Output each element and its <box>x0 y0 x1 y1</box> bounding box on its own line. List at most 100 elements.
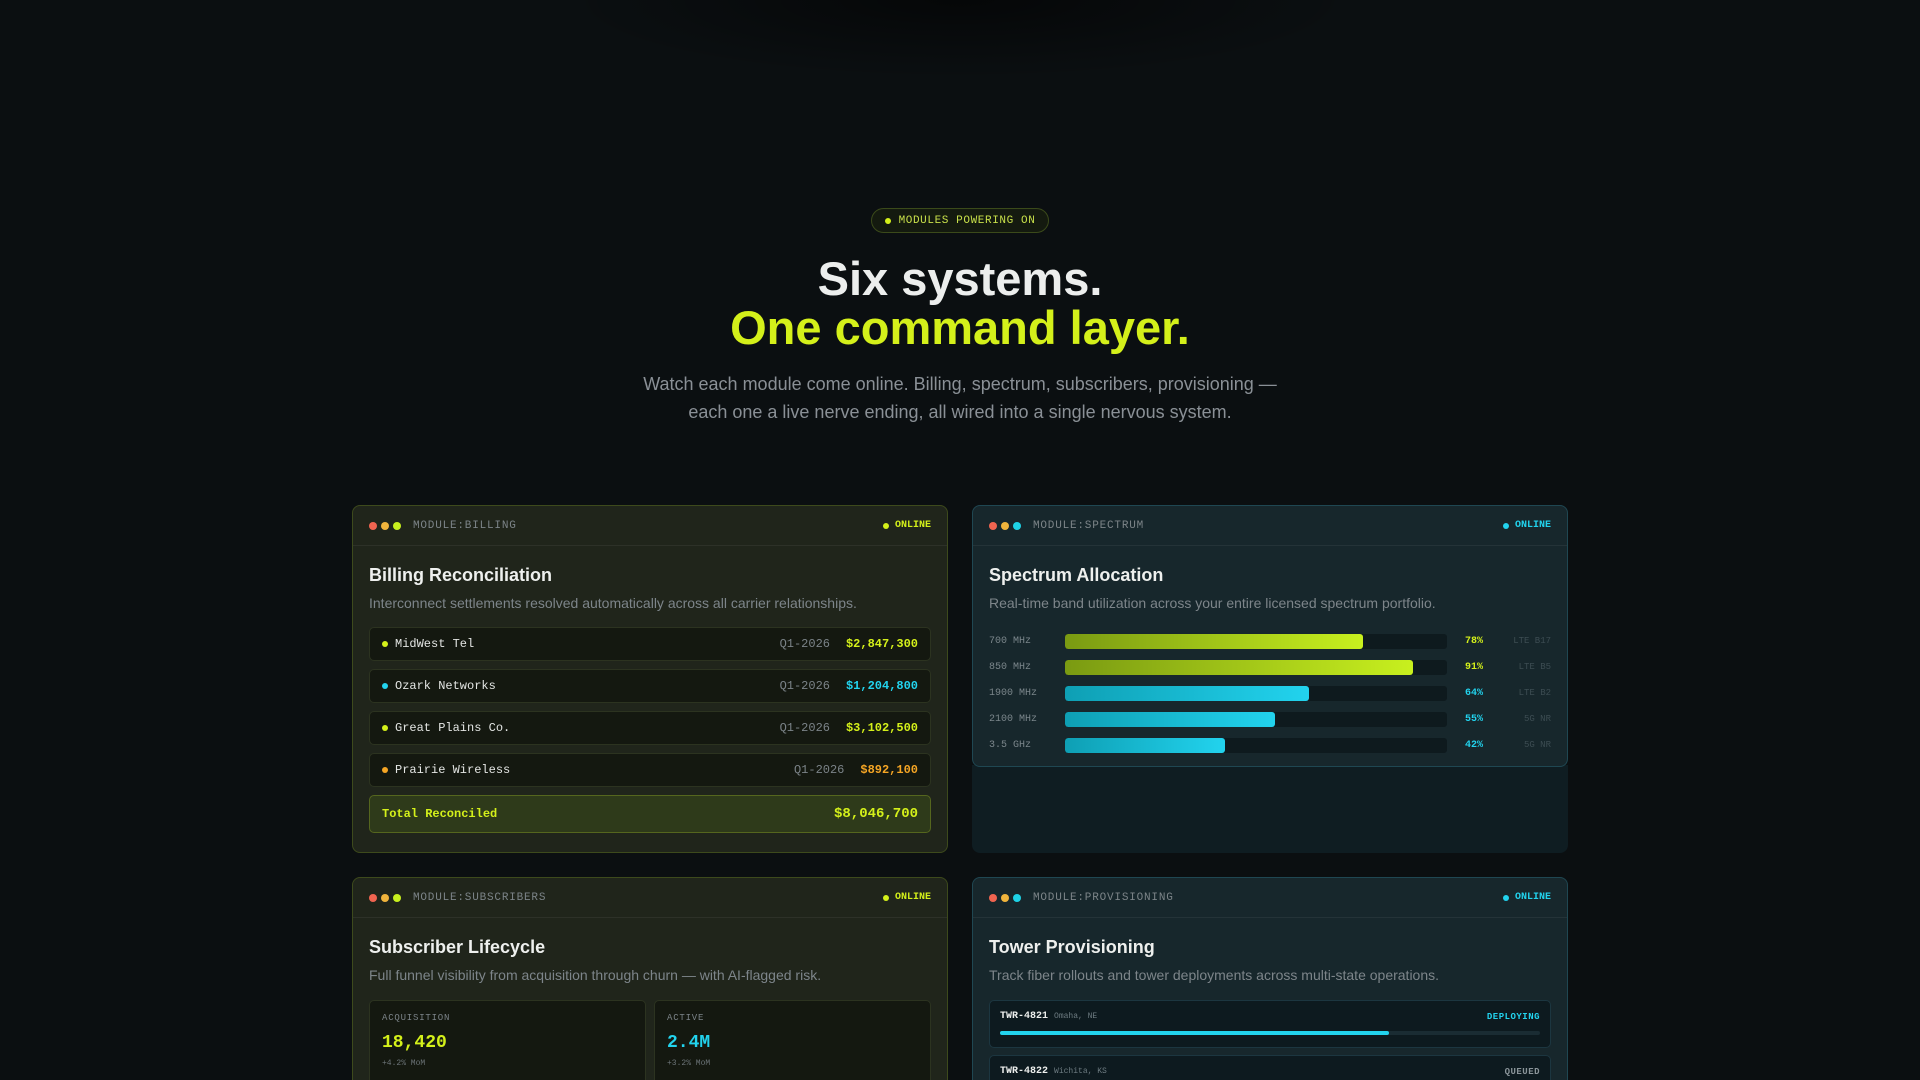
carrier-dot-icon <box>382 641 388 647</box>
billing-amount: $1,204,800 <box>845 679 918 693</box>
band-label: 700 MHz <box>989 635 1032 647</box>
hero-title-line2: One command layer. <box>730 301 1190 354</box>
spectrum-list: 700 MHz 78% LTE B17 850 MHz 91% LTE B5 1900 MH… <box>989 628 1551 758</box>
status-label: ONLINE <box>894 520 931 531</box>
tower-status: QUEUED <box>1504 1066 1540 1077</box>
stat-label: ACQUISITION <box>382 1013 451 1023</box>
module-label: MODULE:PROVISIONING <box>1033 891 1174 904</box>
billing-period: Q1-2026 <box>779 721 830 735</box>
red-dot-icon <box>989 521 997 530</box>
billing-list: MidWest Tel Q1-2026 $2,847,300 Ozark Networ… <box>369 627 931 787</box>
spectrum-band-row: 700 MHz 78% LTE B17 <box>989 628 1551 654</box>
yellow-dot-icon <box>1001 893 1009 902</box>
tower-progress-fill <box>1000 1031 1389 1035</box>
band-percent: 55% <box>1465 713 1484 725</box>
cyan-dot-icon <box>1013 893 1021 902</box>
billing-row[interactable]: Great Plains Co. Q1-2026 $3,102,500 <box>369 711 931 745</box>
tower-row[interactable]: TWR-4821 Omaha, NE DEPLOYING <box>989 1000 1551 1048</box>
total-label: Total Reconciled <box>382 807 498 821</box>
subscribers-card-header: MODULE:SUBSCRIBERS ONLINE <box>353 878 947 918</box>
band-utilization-fill <box>1065 737 1226 753</box>
status-indicator: ONLINE <box>882 892 931 903</box>
band-utilization-fill <box>1065 659 1413 675</box>
status-indicator: ONLINE <box>1502 520 1551 531</box>
billing-row[interactable]: MidWest Tel Q1-2026 $2,847,300 <box>369 627 931 661</box>
carrier-name: Ozark Networks <box>395 679 496 693</box>
card-description: Track fiber rollouts and tower deploymen… <box>989 967 1440 983</box>
window-dots <box>989 893 1021 902</box>
pill-label: MODULES POWERING ON <box>898 214 1036 227</box>
status-indicator: ONLINE <box>1502 892 1551 903</box>
billing-amount: $892,100 <box>860 763 918 777</box>
provisioning-card-header: MODULE:PROVISIONING ONLINE <box>973 878 1567 918</box>
lime-dot-icon <box>393 893 401 902</box>
carrier-dot-icon <box>382 725 388 731</box>
band-utilization-track <box>1065 633 1447 649</box>
stat-grid: ACQUISITION 18,420 +4.2% MoM ACTIVE 2.4M +3.2… <box>369 1000 931 1080</box>
band-percent: 91% <box>1465 661 1484 673</box>
carrier-dot-icon <box>382 767 388 773</box>
band-technology: LTE B17 <box>1513 636 1551 646</box>
window-dots <box>369 893 401 902</box>
band-technology: LTE B2 <box>1518 688 1551 698</box>
status-dot-icon <box>1502 522 1509 529</box>
band-utilization-track <box>1065 659 1447 675</box>
stat-label: ACTIVE <box>667 1013 705 1023</box>
card-title: Billing Reconciliation <box>369 565 553 585</box>
stat-tile: ACQUISITION 18,420 +4.2% MoM <box>369 1000 646 1080</box>
window-dots <box>369 521 401 530</box>
card-title: Tower Provisioning <box>989 937 1155 957</box>
tower-id: TWR-4821 <box>1000 1011 1049 1022</box>
yellow-dot-icon <box>1001 521 1009 530</box>
status-dot-icon <box>882 894 889 901</box>
band-utilization-fill <box>1065 711 1276 727</box>
spectrum-band-row: 850 MHz 91% LTE B5 <box>989 654 1551 680</box>
band-percent: 64% <box>1465 687 1484 699</box>
spectrum-card-header: MODULE:SPECTRUM ONLINE <box>973 506 1567 546</box>
billing-row[interactable]: Prairie Wireless Q1-2026 $892,100 <box>369 753 931 787</box>
lime-dot-icon <box>393 521 401 530</box>
window-dots <box>989 521 1021 530</box>
billing-period: Q1-2026 <box>779 679 830 693</box>
stat-value: 18,420 <box>382 1033 447 1053</box>
hero-subtitle: Watch each module come online. Billing, … <box>643 374 1277 422</box>
carrier-name: Prairie Wireless <box>395 763 511 777</box>
module-label: MODULE:SPECTRUM <box>1033 519 1145 532</box>
pill-dot-icon <box>884 217 891 224</box>
cyan-dot-icon <box>1013 521 1021 530</box>
red-dot-icon <box>989 893 997 902</box>
status-label: ONLINE <box>894 892 931 903</box>
tower-row-header: TWR-4822 Wichita, KS QUEUED <box>1000 1066 1540 1077</box>
module-label: MODULE:BILLING <box>413 519 517 532</box>
billing-period: Q1-2026 <box>793 763 845 777</box>
billing-total: Total Reconciled $8,046,700 <box>369 795 931 833</box>
tower-location: Omaha, NE <box>1054 1012 1098 1021</box>
yellow-dot-icon <box>381 893 389 902</box>
billing-row[interactable]: Ozark Networks Q1-2026 $1,204,800 <box>369 669 931 703</box>
stat-tile: ACTIVE 2.4M +3.2% MoM <box>654 1000 931 1080</box>
status-indicator: ONLINE <box>882 520 931 531</box>
band-label: 850 MHz <box>989 661 1032 673</box>
card-description: Interconnect settlements resolved automa… <box>369 595 857 611</box>
hero-title-line1: Six systems. <box>817 252 1103 305</box>
spectrum-band-row: 1900 MHz 64% LTE B2 <box>989 680 1551 706</box>
module-label: MODULE:SUBSCRIBERS <box>413 891 547 904</box>
top-glow <box>560 0 1360 80</box>
status-dot-icon <box>882 522 889 529</box>
status-dot-icon <box>1502 894 1509 901</box>
tower-progress-track <box>1000 1031 1540 1035</box>
spectrum-card: MODULE:SPECTRUM ONLINE Spectrum Allocati… <box>972 505 1568 767</box>
billing-amount: $3,102,500 <box>845 721 918 735</box>
carrier-name: Great Plains Co. <box>395 721 511 735</box>
band-utilization-track <box>1065 685 1447 701</box>
spectrum-band-row: 2100 MHz 55% 5G NR <box>989 706 1551 732</box>
carrier-name: MidWest Tel <box>395 637 475 651</box>
card-description: Real-time band utilization across your e… <box>989 595 1436 611</box>
billing-card-header: MODULE:BILLING ONLINE <box>353 506 947 546</box>
billing-card: MODULE:BILLING ONLINE Billing Reconcilia… <box>352 505 948 853</box>
band-utilization-fill <box>1065 685 1310 701</box>
tower-row[interactable]: TWR-4822 Wichita, KS QUEUED <box>989 1055 1551 1080</box>
tower-status: DEPLOYING <box>1486 1011 1540 1022</box>
band-utilization-fill <box>1065 633 1363 649</box>
card-title: Spectrum Allocation <box>989 565 1164 585</box>
